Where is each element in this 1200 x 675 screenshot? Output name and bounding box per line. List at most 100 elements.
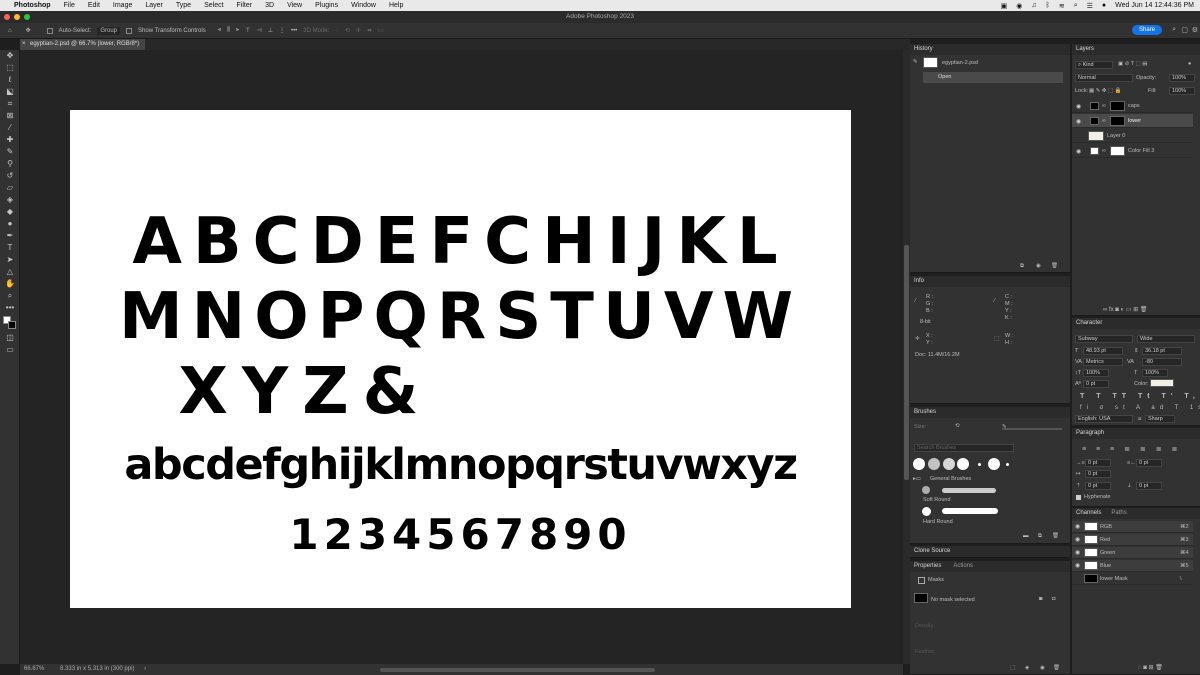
align-top-icon[interactable]: ⊤ [245,27,250,34]
vector-mask-icon[interactable]: ◘ [1052,596,1055,602]
brush-preset[interactable] [1006,463,1009,466]
delete-icon[interactable]: 🗑 [1051,263,1058,269]
font-style-dropdown[interactable]: Wide [1137,335,1195,343]
text-color-swatch[interactable] [1150,379,1174,387]
tracking-field[interactable]: -80 [1142,358,1182,366]
selection-icon[interactable]: ⬚ [1010,665,1015,671]
extension-icon[interactable]: ◉ [1016,2,1022,10]
3d-scale-icon[interactable]: ▭ [378,27,384,34]
search-icon[interactable]: ⌕ [1074,2,1078,10]
clone-source-title[interactable]: Clone Source [910,546,1070,557]
brush-group-label[interactable]: General Brushes [930,476,971,482]
settings-icon[interactable]: ⚙ [1192,26,1198,34]
visibility-eye-icon[interactable]: ◉ [1075,536,1080,543]
visibility-eye-icon[interactable]: ◉ [1075,562,1080,569]
tab-paths[interactable]: Paths [1111,508,1126,519]
menu-layer[interactable]: Layer [145,2,163,9]
menu-edit[interactable]: Edit [88,2,100,9]
document-tab[interactable]: × egyptian-2.psd @ 66.7% (lower, RGB/8*) [20,39,145,50]
visibility-eye-icon[interactable]: ◉ [1075,549,1080,556]
lasso-tool-icon[interactable]: ℓ [0,74,20,86]
history-snapshot[interactable]: egyptian-2.psd [942,60,978,66]
folder-icon[interactable]: ▸▭ [913,476,921,482]
siri-icon[interactable]: ● [1102,2,1106,9]
hyphenate-checkbox[interactable] [1076,495,1081,500]
blend-mode-dropdown[interactable]: Normal [1075,74,1133,82]
layer-row-lower[interactable]: ◉ ∞ lower [1072,114,1193,128]
paint-bucket-tool-icon[interactable]: ◈ [0,194,20,206]
history-step[interactable]: Open [923,72,1063,83]
minimize-window-icon[interactable] [14,14,20,20]
space-after-field[interactable]: 0 pt [1136,482,1162,490]
marquee-tool-icon[interactable]: ⬚ [0,62,20,74]
kerning-field[interactable]: Metrics [1083,358,1123,366]
visibility-icon[interactable]: ◉ [1040,665,1045,671]
baseline-field[interactable]: 0 pt [1083,380,1109,388]
auto-select-dropdown[interactable]: Group [97,26,121,35]
menu-plugins[interactable]: Plugins [315,2,338,9]
search-icon[interactable]: ⌕ [1172,26,1176,34]
align-center-icon[interactable]: ⫼ [227,27,230,34]
more-options-icon[interactable]: ••• [291,28,297,34]
type-style-buttons[interactable]: T T TT Tt T' T, T T [1080,393,1200,400]
layer-row-color-fill[interactable]: ◉ ∞ Color Fill 3 [1072,144,1193,158]
close-window-icon[interactable] [4,14,10,20]
layer-row-layer0[interactable]: Layer 0 [1072,129,1193,143]
vertical-scale-field[interactable]: 100% [1083,369,1109,377]
zoom-tool-icon[interactable]: ⌕ [0,290,20,302]
move-tool-icon[interactable]: ✥ [26,27,31,34]
share-button[interactable]: Share [1131,25,1162,35]
document-canvas[interactable]: ABCDEFCHIJKL MNOPQRSTUVW XYZ& abcdefghij… [70,110,851,608]
language-dropdown[interactable]: English: USA [1075,415,1133,423]
brush-search-field[interactable]: Search Brushes [914,444,1014,452]
show-transform-checkbox[interactable] [126,27,133,34]
quick-mask-icon[interactable]: ◫ [0,332,20,344]
eraser-tool-icon[interactable]: ▱ [0,182,20,194]
tab-channels[interactable]: Channels [1076,508,1101,519]
bluetooth-icon[interactable]: ᛒ [1046,2,1050,9]
brush-preset[interactable] [988,458,1000,470]
brush-preset[interactable] [978,463,981,466]
layer-mask-thumbnail[interactable] [1110,116,1125,126]
font-size-field[interactable]: 48.93 pt [1083,347,1123,355]
edit-toolbar-icon[interactable]: ••• [0,302,20,314]
path-select-tool-icon[interactable]: ➤ [0,254,20,266]
frame-tool-icon[interactable]: ⊠ [0,110,20,122]
healing-brush-tool-icon[interactable]: ✚ [0,134,20,146]
new-document-icon[interactable]: ⧉ [1020,263,1024,270]
visibility-eye-icon[interactable]: ◉ [1076,148,1081,155]
anti-alias-dropdown[interactable]: Sharp [1145,415,1175,423]
eyedropper-icon[interactable]: ⁄ [915,298,916,304]
visibility-eye-icon[interactable]: ◉ [1076,103,1081,110]
brush-size-slider[interactable] [1002,428,1062,430]
dodge-tool-icon[interactable]: ● [0,218,20,230]
right-indent-field[interactable]: 0 pt [1136,459,1162,467]
first-line-indent-field[interactable]: 0 pt [1085,470,1111,478]
lock-icons[interactable]: ▦ ✎ ✥ ⬚ 🔒 [1089,88,1122,94]
channels-footer-icons[interactable]: ◌ ◙ ⊞ 🗑 [1138,664,1163,671]
crop-tool-icon[interactable]: ⌗ [0,98,20,110]
opacity-field[interactable]: 100% [1169,74,1195,82]
fill-field[interactable]: 100% [1169,87,1195,95]
apply-mask-icon[interactable]: ◈ [1025,665,1029,671]
layer-mask-thumbnail[interactable] [1110,101,1125,111]
camera-snapshot-icon[interactable]: ◉ [1036,263,1041,269]
control-center-icon[interactable]: ☰ [1087,2,1093,10]
pixel-mask-icon[interactable]: ◙ [1039,596,1042,602]
align-bottom-icon[interactable]: ⊥ [268,27,273,34]
opentype-buttons[interactable]: fi σ st A ad T 1st ½ [1080,405,1200,411]
brush-preset[interactable] [943,458,955,470]
color-swatches-icon[interactable] [0,314,20,332]
align-left-icon[interactable]: ⫷ [218,27,221,34]
menu-select[interactable]: Select [204,2,223,9]
zoom-window-icon[interactable] [24,14,30,20]
delete-icon[interactable]: 🗑 [1052,533,1059,539]
paragraph-align-buttons[interactable]: ≡ ≡ ≡ ≣ ≣ ≣ ≣ [1082,445,1181,453]
object-select-tool-icon[interactable]: ⬕ [0,86,20,98]
menu-view[interactable]: View [287,2,302,9]
channel-row-mask[interactable]: lower Mask \ [1072,573,1193,585]
auto-select-checkbox[interactable] [46,27,53,34]
wifi-icon[interactable]: ≋ [1059,2,1065,10]
font-family-dropdown[interactable]: Subway [1075,335,1133,343]
layers-footer-icons[interactable]: ∞ fx ◙ ◐ ▭ ⊞ 🗑 [1103,306,1148,313]
